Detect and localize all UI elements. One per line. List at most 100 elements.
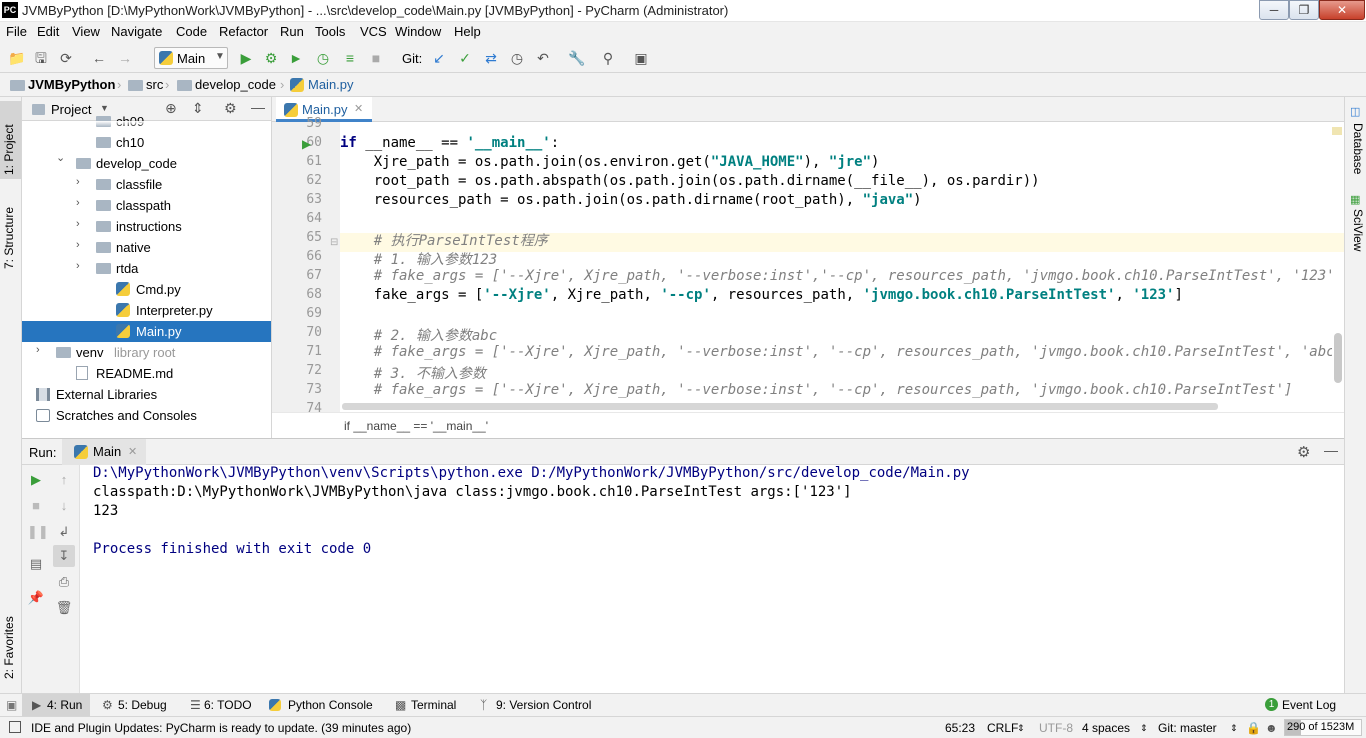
chevron-right-icon[interactable]: › <box>76 218 80 230</box>
run-icon[interactable]: ▶ <box>238 50 254 66</box>
minimize-icon: ─ <box>1269 3 1279 17</box>
hide-panel-icon[interactable]: — <box>1324 442 1338 458</box>
menu-refactor[interactable]: Refactor <box>219 24 268 39</box>
close-tab-icon[interactable]: ✕ <box>354 102 363 115</box>
debug-icon[interactable]: ⚙ <box>263 50 279 66</box>
save-all-icon[interactable]: 🖫 <box>33 50 49 66</box>
menu-view[interactable]: View <box>72 24 100 39</box>
run-with-coverage-icon[interactable]: ► <box>288 50 304 66</box>
git-branch[interactable]: Git: master <box>1158 721 1217 735</box>
status-message[interactable]: IDE and Plugin Updates: PyCharm is ready… <box>31 721 411 735</box>
tree-row[interactable]: Cmd.py <box>22 279 271 300</box>
tree-row[interactable]: Main.py <box>22 321 271 342</box>
forward-arrow-icon[interactable]: → <box>117 50 133 66</box>
revert-icon[interactable]: ↶ <box>535 50 551 66</box>
code-token: # 3. 不输入参数 <box>340 366 486 382</box>
status-toggle-icon[interactable] <box>9 721 21 733</box>
settings-wrench-icon[interactable]: 🔧 <box>568 50 585 66</box>
python-console-tab[interactable]: Python Console <box>288 698 373 712</box>
code-scope-crumb[interactable]: if __name__ == '__main__' <box>344 419 488 433</box>
fold-icon[interactable]: ⊟ <box>330 237 338 248</box>
menu-window[interactable]: Window <box>395 24 441 39</box>
run-gutter-icon[interactable]: ▶ <box>302 137 311 151</box>
stop-icon[interactable]: ■ <box>368 50 384 66</box>
terminal-tab[interactable]: Terminal <box>411 698 456 712</box>
tree-row[interactable]: › instructions <box>22 216 271 237</box>
breadcrumb-separator-icon: › <box>165 77 170 92</box>
chevron-right-icon[interactable]: › <box>76 197 80 209</box>
python-file-icon <box>116 282 130 296</box>
minimize-button[interactable]: ─ <box>1259 0 1289 20</box>
inspector-icon[interactable]: ☻ <box>1265 721 1278 735</box>
close-button[interactable]: ✕ <box>1319 0 1365 20</box>
code-token: "JAVA_HOME" <box>710 154 804 170</box>
code-area[interactable]: if __name__ == '__main__': Xjre_path = o… <box>272 122 1332 412</box>
gear-icon[interactable]: ⚙ <box>1297 443 1310 461</box>
chevron-right-icon[interactable]: › <box>36 344 40 356</box>
chevron-right-icon[interactable]: › <box>76 176 80 188</box>
tree-row[interactable]: ›External Libraries <box>22 384 271 405</box>
tree-row[interactable]: › venv library root <box>22 342 271 363</box>
tree-row[interactable]: › classpath <box>22 195 271 216</box>
todo-tool-tab[interactable]: 6: TODO <box>204 698 252 712</box>
favorites-tool-tab[interactable]: 2: Favorites <box>2 605 20 679</box>
structure-tool-tab[interactable]: 7: Structure <box>2 193 20 269</box>
menu-edit[interactable]: Edit <box>37 24 59 39</box>
sciview-tool-tab[interactable]: SciView <box>1347 209 1365 269</box>
menu-navigate[interactable]: Navigate <box>111 24 162 39</box>
indent-setting[interactable]: 4 spaces <box>1082 721 1130 735</box>
breadcrumb-src[interactable]: src <box>146 77 163 92</box>
database-tool-tab[interactable]: Database <box>1347 123 1365 183</box>
git-compare-icon[interactable]: ⇄ <box>483 50 499 66</box>
tree-row[interactable]: ch10 <box>22 132 271 153</box>
toggle-tool-windows-icon[interactable]: ▣ <box>6 698 17 712</box>
tree-row[interactable]: README.md <box>22 363 271 384</box>
menu-tools[interactable]: Tools <box>315 24 345 39</box>
profile-icon[interactable]: ◷ <box>315 50 331 66</box>
tree-row[interactable]: Interpreter.py <box>22 300 271 321</box>
chevron-right-icon[interactable]: › <box>76 260 80 272</box>
git-commit-icon[interactable]: ✓ <box>457 50 473 66</box>
project-tool-tab[interactable]: 1: Project <box>2 105 20 175</box>
line-separator[interactable]: CRLF <box>987 721 1018 735</box>
tree-row[interactable]: ⌄ develop_code <box>22 151 271 174</box>
console-output[interactable]: D:\MyPythonWork\JVMByPython\venv\Scripts… <box>22 465 1344 694</box>
history-icon[interactable]: ◷ <box>509 50 525 66</box>
chevron-right-icon[interactable]: › <box>76 239 80 251</box>
close-tab-icon[interactable]: ✕ <box>128 445 137 458</box>
chevron-down-icon[interactable]: ⌄ <box>56 151 65 164</box>
maximize-button[interactable]: ❐ <box>1289 0 1319 20</box>
version-control-tab[interactable]: 9: Version Control <box>496 698 591 712</box>
menu-help[interactable]: Help <box>454 24 481 39</box>
file-encoding[interactable]: UTF-8 <box>1039 721 1073 735</box>
tree-row[interactable]: › classfile <box>22 174 271 195</box>
sync-icon[interactable]: ⟳ <box>58 50 74 66</box>
event-log-tab[interactable]: Event Log <box>1282 698 1336 712</box>
search-icon[interactable]: ⚲ <box>600 50 616 66</box>
menu-file[interactable]: File <box>6 24 27 39</box>
vertical-scrollbar[interactable] <box>1334 333 1342 383</box>
git-update-icon[interactable]: ↙ <box>431 50 447 66</box>
run-tab-main[interactable]: Main ✕ <box>62 439 146 465</box>
tree-row[interactable]: › rtda <box>22 258 271 279</box>
debug-tool-tab[interactable]: 5: Debug <box>118 698 167 712</box>
caret-position[interactable]: 65:23 <box>945 721 975 735</box>
breadcrumb-project[interactable]: JVMByPython <box>28 77 115 92</box>
breadcrumb-develop-code[interactable]: develop_code <box>195 77 276 92</box>
lock-icon[interactable]: 🔒 <box>1246 721 1261 735</box>
tree-row[interactable]: › native <box>22 237 271 258</box>
code-token: # 2. 输入参数abc <box>340 328 498 344</box>
breadcrumb-main-py[interactable]: Main.py <box>308 77 354 92</box>
horizontal-scrollbar[interactable] <box>342 403 1218 410</box>
back-arrow-icon[interactable]: ← <box>91 50 107 66</box>
menu-run[interactable]: Run <box>280 24 304 39</box>
memory-indicator[interactable]: 290 of 1523M <box>1284 719 1362 736</box>
menu-vcs[interactable]: VCS <box>360 24 387 39</box>
menu-code[interactable]: Code <box>176 24 207 39</box>
concurrency-icon[interactable]: ≡ <box>342 50 358 66</box>
run-config-select[interactable]: Main ▼ <box>154 47 228 69</box>
tree-row[interactable]: ›Scratches and Consoles <box>22 405 271 426</box>
run-tool-tab[interactable]: 4: Run <box>47 698 82 712</box>
terminal-window-icon[interactable]: ▣ <box>633 50 649 66</box>
open-folder-icon[interactable]: 📁 <box>8 50 25 66</box>
